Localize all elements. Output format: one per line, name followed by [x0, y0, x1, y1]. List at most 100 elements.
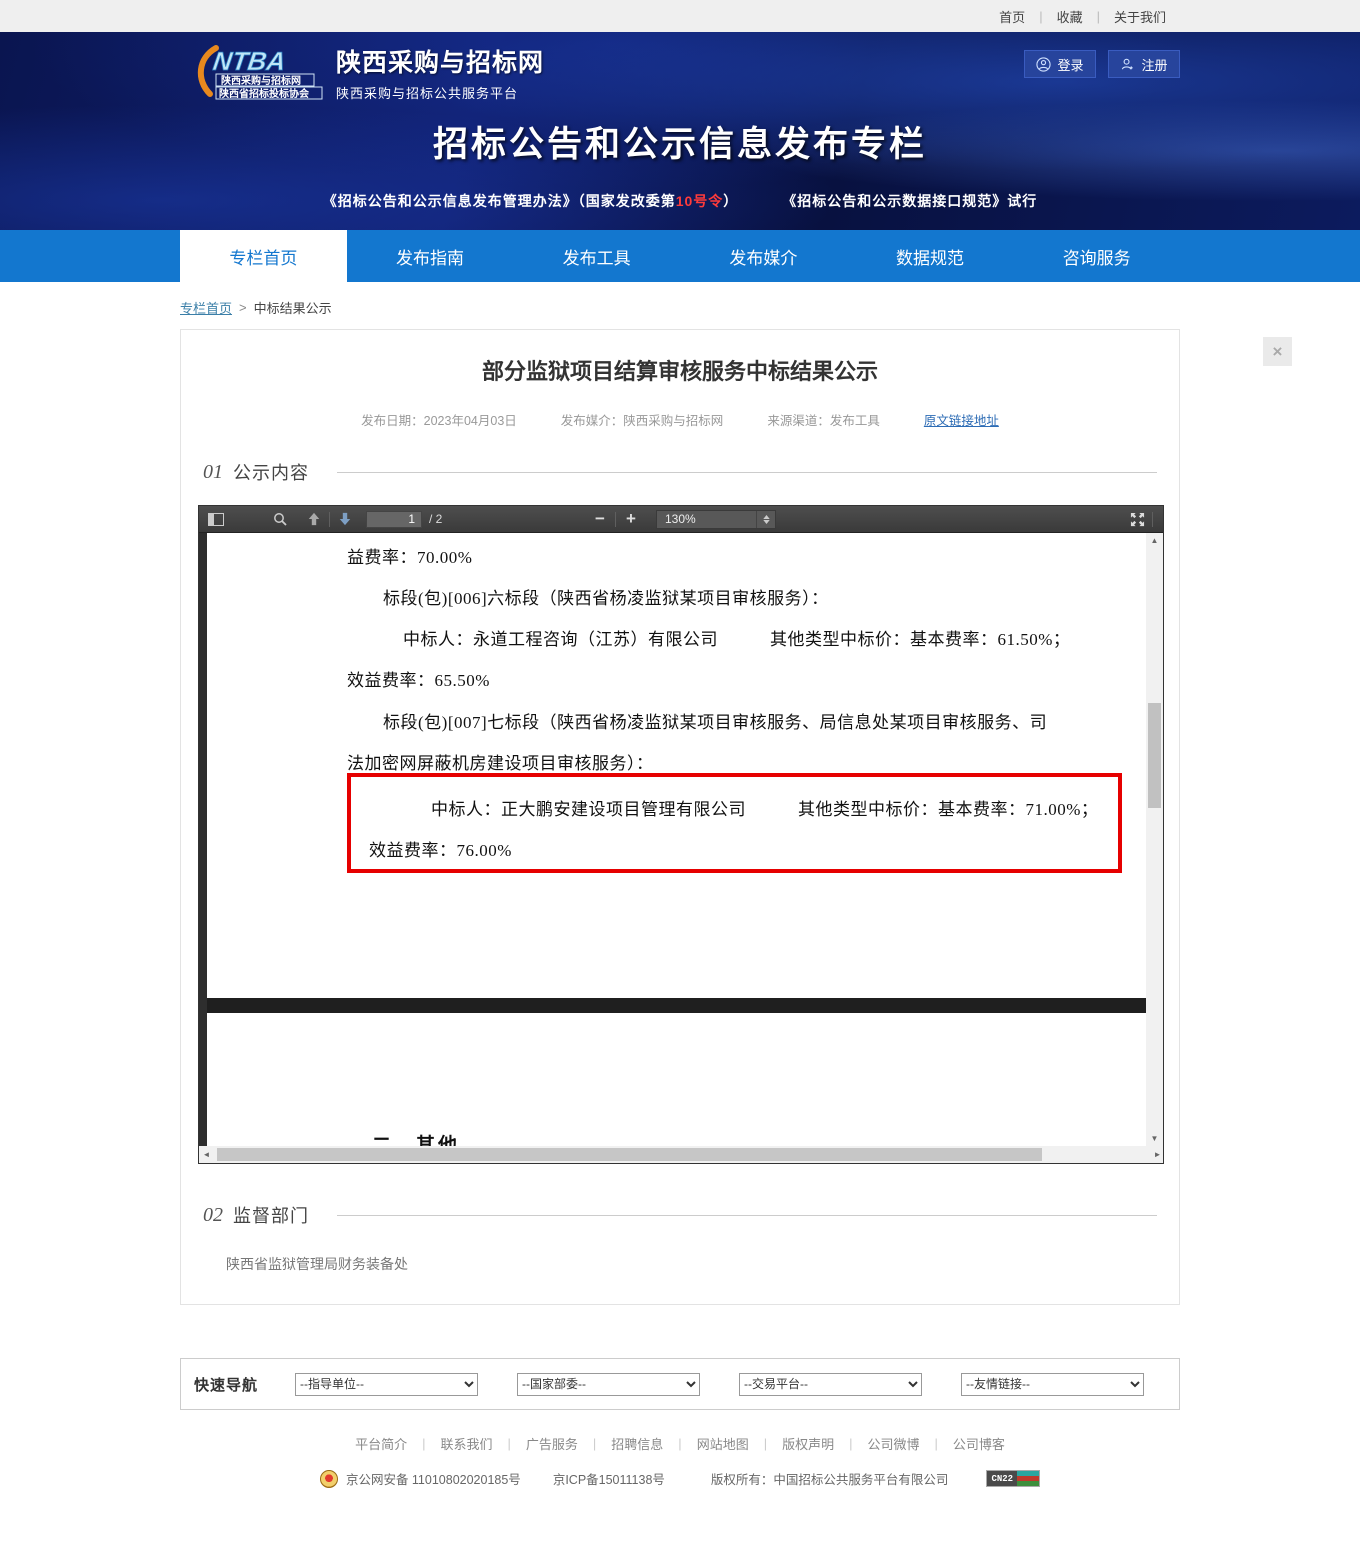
publish-date-label: 发布日期： — [361, 414, 424, 428]
user-circle-icon — [1036, 57, 1051, 72]
banner-sub-red: 10号令 — [676, 193, 724, 209]
nav-tab-publish-guide[interactable]: 发布指南 — [347, 230, 514, 282]
pdf-highlight-line: 中标人：正大鹏安建设项目管理有限公司其他类型中标价：基本费率：71.00%； — [431, 795, 1098, 820]
site-tagline: 陕西采购与招标公共服务平台 — [336, 83, 544, 102]
pdf-line-partial: 二、其他 — [372, 1130, 460, 1146]
register-label: 注册 — [1141, 55, 1167, 74]
section-divider-line — [337, 1215, 1157, 1216]
pdf-line: 效益费率：65.50% — [347, 666, 490, 691]
banner-subtitle: 《招标公告和公示信息发布管理办法》（国家发改委第10号令）《招标公告和公示数据接… — [0, 191, 1360, 211]
footer-link-blog[interactable]: 公司博客 — [938, 1434, 1020, 1453]
footer-link-ad-service[interactable]: 广告服务 — [511, 1434, 593, 1453]
site-name: 陕西采购与招标网 — [336, 43, 544, 79]
icp-beian-number: 京ICP备15011138号 — [553, 1469, 665, 1488]
nav-tab-consult-service[interactable]: 咨询服务 — [1013, 230, 1180, 282]
section-divider-line — [337, 472, 1157, 473]
vertical-scrollbar[interactable]: ▲ ▼ — [1146, 533, 1163, 1146]
site-logo[interactable]: NTBA 陕西采购与招标网 陕西省招标投标协会 陕西采购与招标网 陕西采购与招标… — [194, 42, 544, 102]
pdf-line: 标段(包)[006]六标段（陕西省杨凌监狱某项目审核服务）： — [383, 584, 829, 609]
nav-tab-column-home[interactable]: 专栏首页 — [180, 230, 347, 282]
banner-sub-part2: ） — [723, 193, 738, 209]
close-icon[interactable]: × — [1263, 337, 1292, 366]
fullscreen-icon[interactable] — [1126, 508, 1148, 530]
publish-media: 发布媒介：陕西采购与招标网 — [561, 410, 724, 429]
horizontal-scrollbar[interactable]: ◄ ► — [199, 1146, 1163, 1163]
article-title: 部分监狱项目结算审核服务中标结果公示 — [181, 330, 1179, 386]
pdf-highlight-line: 效益费率：76.00% — [369, 836, 512, 861]
register-button[interactable]: 注册 — [1108, 50, 1180, 78]
pdf-page-2: 二、其他 — [207, 1013, 1148, 1146]
section-1-heading: 01 公示内容 — [203, 459, 1157, 485]
topbar-link-home[interactable]: 首页 — [985, 7, 1039, 26]
toolbar-separator — [1152, 512, 1153, 527]
ntba-logo-icon: NTBA 陕西采购与招标网 陕西省招标投标协会 — [194, 42, 326, 102]
horizontal-scrollbar-thumb[interactable] — [217, 1148, 1042, 1161]
svg-text:陕西采购与招标网: 陕西采购与招标网 — [221, 74, 301, 87]
pdf-document-area[interactable]: 益费率：70.00% 标段(包)[006]六标段（陕西省杨凌监狱某项目审核服务）… — [199, 533, 1163, 1163]
footer-links: 平台简介| 联系我们| 广告服务| 招聘信息| 网站地图| 版权声明| 公司微博… — [0, 1434, 1360, 1453]
source-channel-label: 来源渠道： — [767, 414, 830, 428]
scroll-down-arrow-icon[interactable]: ▼ — [1146, 1131, 1163, 1146]
main-nav: 专栏首页 发布指南 发布工具 发布媒介 数据规范 咨询服务 — [0, 230, 1360, 282]
section-2-title: 监督部门 — [233, 1202, 309, 1228]
select-spinner-icon — [756, 511, 775, 528]
pdf-line: 中标人：永道工程咨询（江苏）有限公司其他类型中标价：基本费率：61.50%； — [403, 625, 1070, 650]
svg-text:陕西省招标投标协会: 陕西省招标投标协会 — [219, 87, 309, 100]
nav-tab-data-standards[interactable]: 数据规范 — [847, 230, 1014, 282]
nav-tab-publish-media[interactable]: 发布媒介 — [680, 230, 847, 282]
footer-link-platform-intro[interactable]: 平台简介 — [340, 1434, 422, 1453]
footer-link-sitemap[interactable]: 网站地图 — [682, 1434, 764, 1453]
login-label: 登录 — [1057, 55, 1083, 74]
quicknav-select-guide-units[interactable]: --指导单位-- — [295, 1373, 478, 1396]
publish-media-label: 发布媒介： — [561, 414, 624, 428]
user-add-icon — [1120, 57, 1135, 72]
zoom-out-button[interactable]: − — [589, 508, 611, 530]
toolbar-separator — [615, 512, 616, 527]
sidebar-toggle-icon[interactable] — [205, 508, 227, 530]
zoom-level-select[interactable]: 130% — [656, 510, 776, 529]
publish-date: 发布日期：2023年04月03日 — [361, 410, 517, 429]
quicknav-select-friend-links[interactable]: --友情链接-- — [961, 1373, 1144, 1396]
breadcrumb-current: 中标结果公示 — [254, 298, 332, 317]
page-count-label: / 2 — [429, 512, 442, 526]
footer-link-contact-us[interactable]: 联系我们 — [425, 1434, 507, 1453]
cn22-badge: CN22 — [986, 1470, 1040, 1487]
zoom-in-button[interactable]: + — [620, 508, 642, 530]
breadcrumb-home-link[interactable]: 专栏首页 — [180, 298, 232, 317]
page-down-icon[interactable] — [334, 508, 356, 530]
scroll-right-arrow-icon[interactable]: ► — [1150, 1146, 1163, 1163]
scroll-left-arrow-icon[interactable]: ◄ — [199, 1146, 214, 1163]
supervision-department: 陕西省监狱管理局财务装备处 — [226, 1254, 1179, 1274]
quicknav-select-ministries[interactable]: --国家部委-- — [517, 1373, 700, 1396]
origin-link[interactable]: 原文链接地址 — [924, 410, 999, 429]
footer-link-copyright-notice[interactable]: 版权声明 — [767, 1434, 849, 1453]
breadcrumb: 专栏首页 > 中标结果公示 — [180, 298, 1180, 317]
nav-tab-publish-tools[interactable]: 发布工具 — [513, 230, 680, 282]
publish-media-value: 陕西采购与招标网 — [623, 414, 723, 428]
section-2-heading: 02 监督部门 — [203, 1202, 1157, 1228]
search-icon[interactable] — [269, 508, 291, 530]
banner-title: 招标公告和公示信息发布专栏 — [0, 116, 1360, 167]
top-utility-bar: 首页 | 收藏 | 关于我们 — [0, 0, 1360, 32]
copyright-bar: 京公网安备 11010802020185号 京ICP备15011138号 版权所… — [0, 1469, 1360, 1488]
topbar-link-favorite[interactable]: 收藏 — [1043, 7, 1097, 26]
pdf-highlight-winner: 中标人：正大鹏安建设项目管理有限公司 — [431, 800, 746, 819]
quick-nav: 快速导航 --指导单位-- --国家部委-- --交易平台-- --友情链接-- — [180, 1358, 1180, 1410]
zoom-level-value: 130% — [665, 512, 696, 526]
scroll-up-arrow-icon[interactable]: ▲ — [1146, 533, 1163, 548]
page-up-icon[interactable] — [303, 508, 325, 530]
source-channel-value: 发布工具 — [830, 414, 880, 428]
page-number-input[interactable] — [366, 511, 422, 528]
quick-nav-label: 快速导航 — [194, 1374, 258, 1395]
highlight-red-box: 中标人：正大鹏安建设项目管理有限公司其他类型中标价：基本费率：71.00%； 效… — [347, 773, 1122, 873]
police-beian-number: 京公网安备 11010802020185号 — [346, 1469, 521, 1488]
login-button[interactable]: 登录 — [1024, 50, 1096, 78]
pdf-page-1: 益费率：70.00% 标段(包)[006]六标段（陕西省杨凌监狱某项目审核服务）… — [207, 533, 1148, 998]
quicknav-select-trading-platforms[interactable]: --交易平台-- — [739, 1373, 922, 1396]
vertical-scrollbar-thumb[interactable] — [1148, 703, 1161, 808]
topbar-link-about[interactable]: 关于我们 — [1100, 7, 1180, 26]
footer-link-recruitment[interactable]: 招聘信息 — [596, 1434, 678, 1453]
section-1-title: 公示内容 — [233, 459, 309, 485]
footer-link-weibo[interactable]: 公司微博 — [853, 1434, 935, 1453]
cn22-badge-stripes-icon — [1017, 1471, 1039, 1486]
